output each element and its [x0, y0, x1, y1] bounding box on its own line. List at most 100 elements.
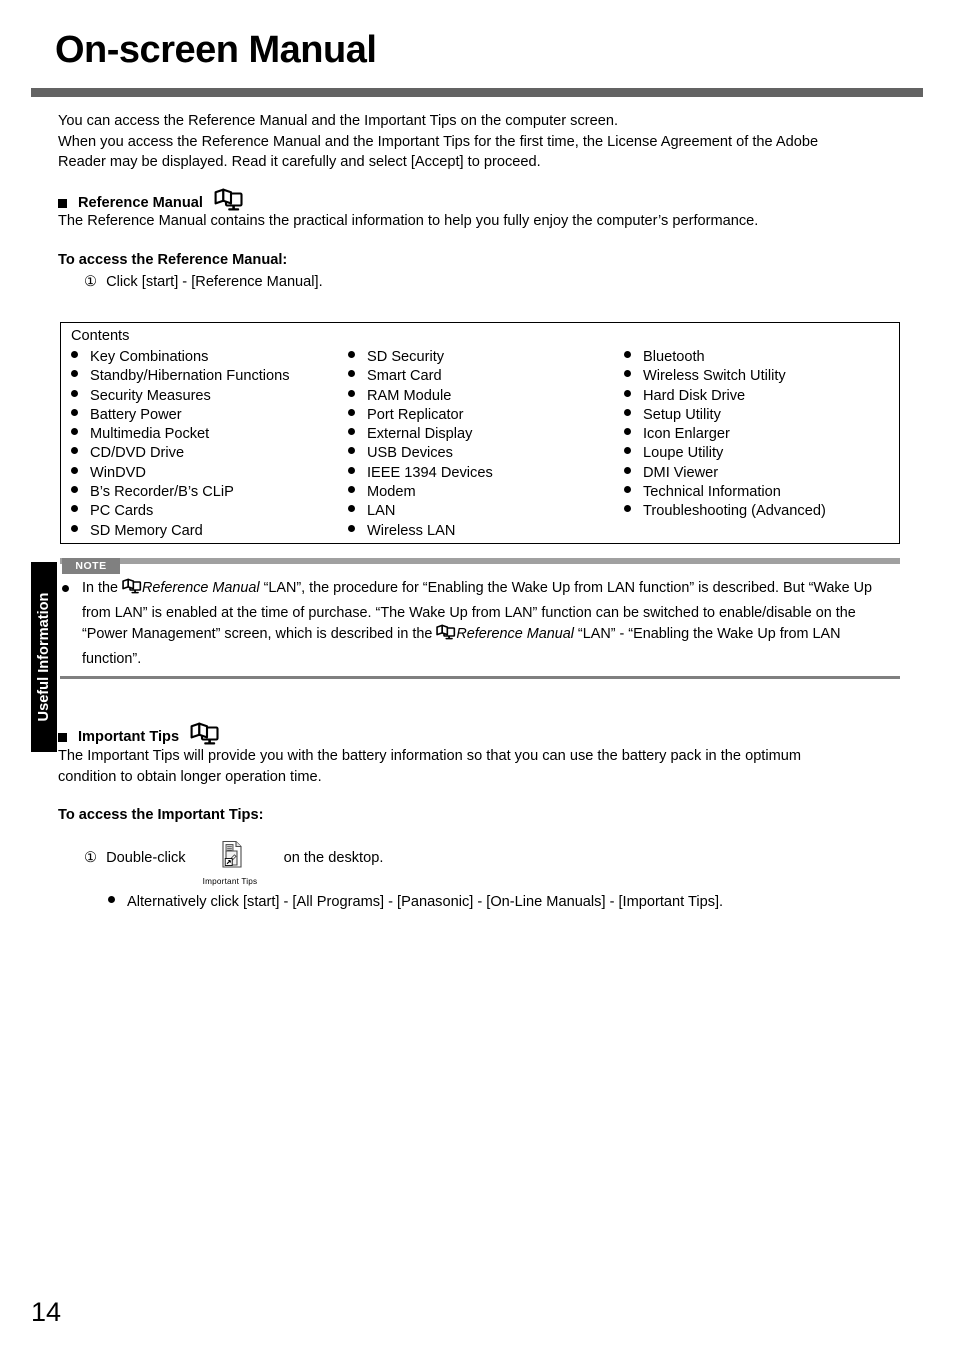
list-item[interactable]: Multimedia Pocket — [71, 425, 290, 444]
list-item-label: B’s Recorder/B’s CLiP — [90, 484, 234, 501]
bullet-icon — [71, 486, 78, 494]
list-item[interactable]: External Display — [348, 425, 493, 444]
list-item[interactable]: CD/DVD Drive — [71, 444, 290, 463]
bullet-icon — [71, 408, 78, 416]
list-item[interactable]: SD Security — [348, 348, 493, 367]
important-tips-heading-label: Important Tips — [78, 729, 180, 745]
list-item[interactable]: Modem — [348, 483, 493, 502]
list-item[interactable]: Technical Information — [624, 483, 826, 502]
reference-manual-description: The Reference Manual contains the practi… — [58, 213, 759, 229]
step-text-after: on the desktop. — [283, 850, 384, 866]
list-item[interactable]: IEEE 1394 Devices — [348, 464, 493, 483]
contents-column-1: Key Combinations Standby/Hibernation Fun… — [71, 348, 290, 541]
list-item[interactable]: DMI Viewer — [624, 464, 826, 483]
list-item[interactable]: B’s Recorder/B’s CLiP — [71, 483, 290, 502]
list-item-label: Bluetooth — [643, 349, 705, 365]
bullet-icon — [71, 389, 78, 397]
list-item[interactable]: Wireless LAN — [348, 522, 493, 541]
side-tab-label: Useful Information — [36, 592, 52, 722]
list-item[interactable]: Hard Disk Drive — [624, 387, 826, 406]
book-monitor-icon — [436, 624, 456, 649]
list-item[interactable]: Loupe Utility — [624, 444, 826, 463]
list-item-label: LAN — [367, 503, 396, 520]
list-item[interactable]: Troubleshooting (Advanced) — [624, 502, 826, 521]
list-item[interactable]: WinDVD — [71, 464, 290, 483]
list-item[interactable]: Battery Power — [71, 406, 290, 425]
square-bullet-icon — [58, 732, 67, 742]
list-item[interactable]: Standby/Hibernation Functions — [71, 367, 290, 386]
bullet-icon — [71, 524, 78, 532]
list-item[interactable]: Setup Utility — [624, 406, 826, 425]
page-title: On-screen Manual — [55, 29, 377, 71]
list-item-label: Security Measures — [90, 387, 211, 404]
list-item-label: Technical Information — [643, 484, 781, 501]
bullet-icon — [71, 428, 78, 436]
bullet-icon — [108, 896, 115, 903]
bullet-icon — [348, 466, 355, 474]
list-item[interactable]: Smart Card — [348, 367, 493, 386]
bullet-icon — [624, 466, 631, 474]
important-tips-desktop-icon[interactable]: Important Tips — [200, 840, 260, 886]
list-item-label: Smart Card — [367, 368, 442, 385]
contents-box: Contents Key Combinations Standby/Hibern… — [60, 322, 900, 544]
step-number: ① — [84, 274, 98, 290]
title-divider-rule — [31, 88, 923, 97]
bullet-icon — [348, 351, 355, 358]
list-item[interactable]: Bluetooth — [624, 348, 826, 367]
list-item[interactable]: Port Replicator — [348, 406, 493, 425]
list-item[interactable]: Security Measures — [71, 387, 290, 406]
list-item[interactable]: USB Devices — [348, 444, 493, 463]
contents-column-3: Bluetooth Wireless Switch Utility Hard D… — [624, 348, 826, 522]
important-tips-access-heading: To access the Important Tips: — [58, 807, 264, 823]
list-item-label: CD/DVD Drive — [90, 445, 185, 462]
list-item[interactable]: Wireless Switch Utility — [624, 367, 826, 386]
list-item[interactable]: LAN — [348, 502, 493, 521]
square-bullet-icon — [58, 198, 67, 208]
note-reference-manual-label-2: Reference Manual — [456, 626, 574, 642]
document-shortcut-icon — [222, 840, 242, 868]
step-text-before: Double-click — [106, 850, 186, 866]
important-tips-alt-bullet: Alternatively click [start] - [All Progr… — [108, 892, 723, 913]
list-item-label: Key Combinations — [90, 349, 209, 365]
bullet-icon — [71, 370, 78, 378]
bullet-icon — [348, 486, 355, 494]
contents-label: Contents — [71, 328, 130, 344]
bullet-icon — [62, 585, 69, 592]
bullet-icon — [348, 408, 355, 416]
list-item-label: DMI Viewer — [643, 464, 719, 481]
list-item[interactable]: SD Memory Card — [71, 522, 290, 541]
book-monitor-icon — [122, 578, 142, 603]
list-item-label: Icon Enlarger — [643, 426, 730, 443]
bullet-icon — [624, 408, 631, 416]
bullet-icon — [71, 351, 78, 358]
reference-manual-access-heading: To access the Reference Manual: — [58, 252, 288, 268]
important-tips-description-line-2: condition to obtain longer operation tim… — [58, 768, 322, 785]
bullet-icon — [624, 505, 631, 513]
bullet-icon — [348, 370, 355, 378]
step-text: Click [start] - [Reference Manual]. — [106, 274, 323, 290]
bullet-icon — [624, 486, 631, 494]
list-item-label: Port Replicator — [367, 406, 464, 423]
list-item[interactable]: Icon Enlarger — [624, 425, 826, 444]
reference-manual-heading-label: Reference Manual — [78, 195, 203, 211]
list-item[interactable]: Key Combinations — [71, 348, 290, 367]
list-item[interactable]: PC Cards — [71, 502, 290, 521]
note-reference-manual-label-1: Reference Manual — [142, 580, 260, 596]
intro-line-3: Reader may be displayed. Read it careful… — [58, 154, 541, 170]
list-item-label: Hard Disk Drive — [643, 387, 746, 404]
note-body: In the Reference Manual “LAN”, the proce… — [62, 578, 902, 670]
bullet-icon — [624, 351, 631, 358]
list-item-label: WinDVD — [90, 464, 146, 481]
bullet-icon — [348, 524, 355, 532]
list-item-label: Setup Utility — [643, 406, 721, 423]
bullet-icon — [348, 389, 355, 397]
bullet-icon — [348, 447, 355, 455]
list-item[interactable]: RAM Module — [348, 387, 493, 406]
note-text-part-1: In the — [82, 580, 123, 596]
intro-line-1: You can access the Reference Manual and … — [58, 113, 619, 129]
bullet-icon — [71, 505, 78, 513]
list-item-label: SD Memory Card — [90, 522, 203, 539]
bullet-icon — [624, 370, 631, 378]
list-item-label: Modem — [367, 484, 416, 501]
bullet-icon — [348, 505, 355, 513]
